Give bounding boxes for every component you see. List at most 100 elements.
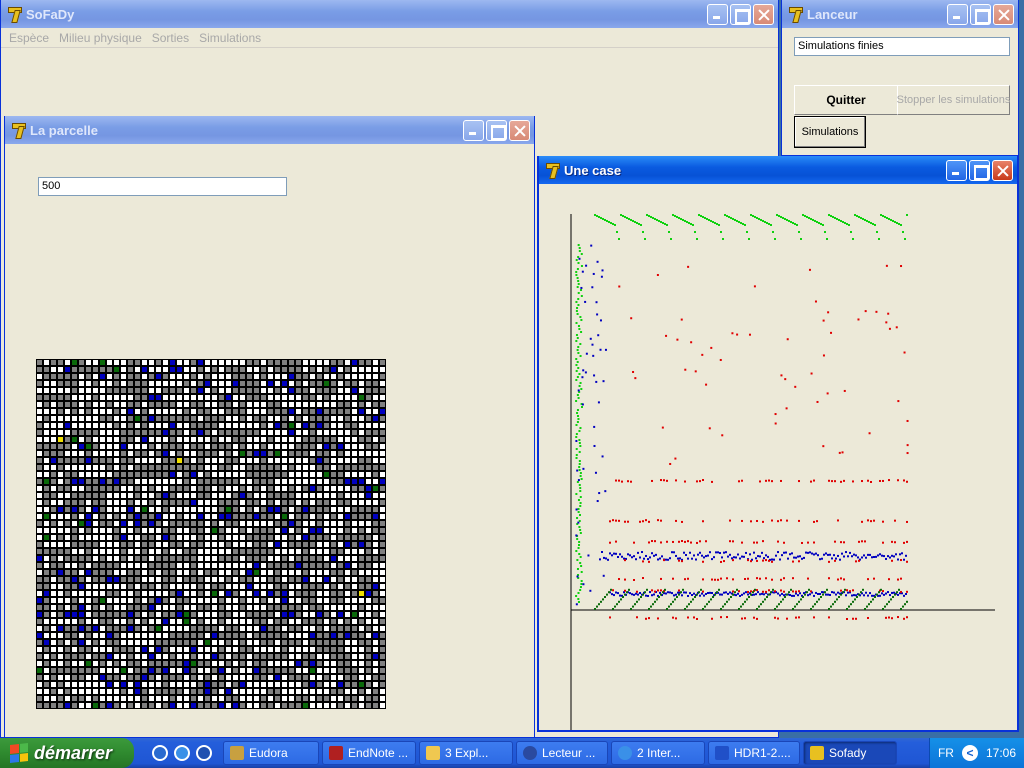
- grid-cell[interactable]: [351, 625, 358, 632]
- grid-cell[interactable]: [358, 562, 365, 569]
- grid-cell[interactable]: [211, 639, 218, 646]
- grid-cell[interactable]: [36, 632, 43, 639]
- grid-cell[interactable]: [106, 667, 113, 674]
- grid-cell[interactable]: [85, 583, 92, 590]
- grid-cell[interactable]: [316, 457, 323, 464]
- grid-cell[interactable]: [260, 695, 267, 702]
- grid-cell[interactable]: [99, 422, 106, 429]
- grid-cell[interactable]: [330, 590, 337, 597]
- grid-cell[interactable]: [309, 590, 316, 597]
- grid-cell[interactable]: [50, 548, 57, 555]
- grid-cell[interactable]: [309, 569, 316, 576]
- grid-cell[interactable]: [274, 366, 281, 373]
- grid-cell[interactable]: [295, 555, 302, 562]
- grid-cell[interactable]: [358, 387, 365, 394]
- grid-cell[interactable]: [253, 590, 260, 597]
- grid-cell[interactable]: [295, 618, 302, 625]
- grid-cell[interactable]: [78, 583, 85, 590]
- grid-cell[interactable]: [351, 499, 358, 506]
- grid-cell[interactable]: [218, 674, 225, 681]
- grid-cell[interactable]: [134, 632, 141, 639]
- grid-cell[interactable]: [267, 562, 274, 569]
- grid-cell[interactable]: [274, 548, 281, 555]
- grid-cell[interactable]: [253, 436, 260, 443]
- grid-cell[interactable]: [50, 632, 57, 639]
- grid-cell[interactable]: [379, 639, 386, 646]
- grid-cell[interactable]: [344, 653, 351, 660]
- grid-cell[interactable]: [239, 478, 246, 485]
- grid-cell[interactable]: [148, 597, 155, 604]
- grid-cell[interactable]: [141, 632, 148, 639]
- grid-cell[interactable]: [351, 464, 358, 471]
- grid-cell[interactable]: [141, 401, 148, 408]
- grid-cell[interactable]: [162, 702, 169, 709]
- grid-cell[interactable]: [99, 520, 106, 527]
- grid-cell[interactable]: [218, 436, 225, 443]
- grid-cell[interactable]: [337, 492, 344, 499]
- grid-cell[interactable]: [197, 639, 204, 646]
- grid-cell[interactable]: [337, 436, 344, 443]
- grid-cell[interactable]: [162, 450, 169, 457]
- grid-cell[interactable]: [120, 422, 127, 429]
- grid-cell[interactable]: [281, 569, 288, 576]
- grid-cell[interactable]: [197, 408, 204, 415]
- grid-cell[interactable]: [204, 534, 211, 541]
- grid-cell[interactable]: [78, 597, 85, 604]
- grid-cell[interactable]: [211, 646, 218, 653]
- grid-cell[interactable]: [295, 590, 302, 597]
- grid-cell[interactable]: [148, 667, 155, 674]
- grid-cell[interactable]: [323, 387, 330, 394]
- grid-cell[interactable]: [253, 667, 260, 674]
- grid-cell[interactable]: [148, 695, 155, 702]
- grid-cell[interactable]: [50, 660, 57, 667]
- grid-cell[interactable]: [190, 639, 197, 646]
- grid-cell[interactable]: [379, 618, 386, 625]
- grid-cell[interactable]: [134, 380, 141, 387]
- grid-cell[interactable]: [372, 366, 379, 373]
- grid-cell[interactable]: [225, 471, 232, 478]
- grid-cell[interactable]: [330, 443, 337, 450]
- grid-cell[interactable]: [309, 394, 316, 401]
- grid-cell[interactable]: [64, 359, 71, 366]
- grid-cell[interactable]: [78, 541, 85, 548]
- grid-cell[interactable]: [155, 534, 162, 541]
- grid-cell[interactable]: [204, 541, 211, 548]
- grid-cell[interactable]: [169, 415, 176, 422]
- grid-cell[interactable]: [211, 590, 218, 597]
- grid-cell[interactable]: [162, 527, 169, 534]
- grid-cell[interactable]: [309, 366, 316, 373]
- grid-cell[interactable]: [134, 653, 141, 660]
- grid-cell[interactable]: [358, 541, 365, 548]
- language-indicator[interactable]: FR: [938, 746, 954, 760]
- grid-cell[interactable]: [197, 688, 204, 695]
- grid-cell[interactable]: [183, 478, 190, 485]
- grid-cell[interactable]: [365, 520, 372, 527]
- grid-cell[interactable]: [239, 618, 246, 625]
- grid-cell[interactable]: [141, 513, 148, 520]
- grid-cell[interactable]: [120, 597, 127, 604]
- grid-cell[interactable]: [85, 471, 92, 478]
- grid-cell[interactable]: [190, 429, 197, 436]
- grid-cell[interactable]: [64, 429, 71, 436]
- grid-cell[interactable]: [78, 373, 85, 380]
- grid-cell[interactable]: [225, 380, 232, 387]
- grid-cell[interactable]: [141, 667, 148, 674]
- grid-cell[interactable]: [99, 660, 106, 667]
- grid-cell[interactable]: [204, 653, 211, 660]
- grid-cell[interactable]: [358, 534, 365, 541]
- grid-cell[interactable]: [134, 611, 141, 618]
- grid-cell[interactable]: [106, 429, 113, 436]
- grid-cell[interactable]: [127, 660, 134, 667]
- grid-cell[interactable]: [162, 436, 169, 443]
- grid-cell[interactable]: [176, 394, 183, 401]
- grid-cell[interactable]: [302, 611, 309, 618]
- grid-cell[interactable]: [85, 513, 92, 520]
- grid-cell[interactable]: [127, 569, 134, 576]
- grid-cell[interactable]: [78, 485, 85, 492]
- grid-cell[interactable]: [127, 527, 134, 534]
- grid-cell[interactable]: [148, 611, 155, 618]
- grid-cell[interactable]: [316, 443, 323, 450]
- grid-cell[interactable]: [344, 681, 351, 688]
- grid-cell[interactable]: [330, 569, 337, 576]
- grid-cell[interactable]: [120, 534, 127, 541]
